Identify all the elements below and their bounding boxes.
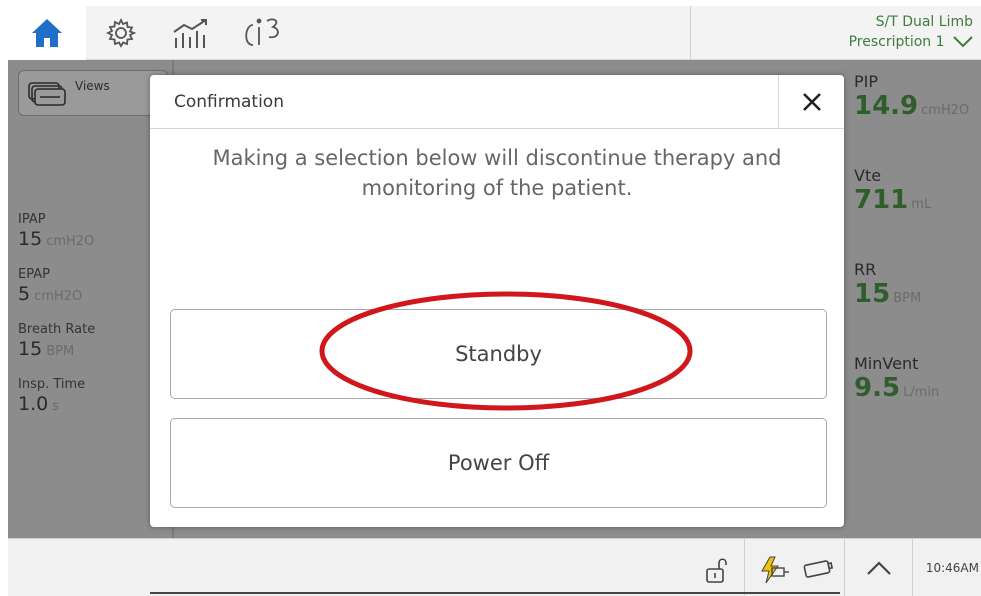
setting-value: 1.0 — [18, 393, 49, 415]
unlock-icon[interactable] — [704, 557, 730, 585]
dialog-title: Confirmation — [174, 92, 284, 112]
measurement-vte: Vte 711 mL — [854, 166, 931, 215]
power-off-button[interactable]: Power Off — [170, 418, 827, 508]
info-tab[interactable] — [228, 6, 298, 60]
battery-icon — [803, 560, 834, 578]
setting-ipap[interactable]: IPAP 15 cmH2O — [18, 212, 168, 253]
clock: 10:46AM — [925, 561, 979, 575]
setting-value: 15 — [18, 338, 43, 360]
bottom-divider — [844, 539, 845, 596]
setting-insp-time[interactable]: Insp. Time 1.0 s — [18, 377, 168, 418]
measurement-unit: L/min — [903, 385, 940, 400]
measurement-minvent: MinVent 9.5 L/min — [854, 354, 939, 403]
info-icon — [245, 18, 279, 46]
measurement-label: MinVent — [854, 354, 919, 373]
setting-breath-rate[interactable]: Breath Rate 15 BPM — [18, 322, 168, 363]
bottom-divider — [912, 539, 913, 596]
measurement-pip: PIP 14.9 cmH2O — [854, 72, 969, 121]
bottom-divider — [744, 539, 745, 596]
setting-unit: cmH2O — [46, 234, 95, 249]
prescription-label: Prescription 1 — [848, 34, 945, 50]
trends-icon — [173, 19, 207, 48]
chevron-up-icon[interactable] — [866, 559, 892, 577]
dialog-message: Making a selection below will discontinu… — [212, 146, 782, 200]
bottom-line — [150, 592, 840, 594]
views-button[interactable]: Views — [18, 70, 168, 116]
mode-label: S/T Dual Limb — [875, 14, 973, 30]
setting-unit: BPM — [46, 344, 75, 359]
measurement-rr: RR 15 BPM — [854, 260, 921, 309]
measurement-label: RR — [854, 260, 877, 279]
top-divider — [690, 6, 691, 60]
top-bar: S/T Dual Limb Prescription 1 — [8, 6, 981, 60]
home-tab[interactable] — [8, 6, 86, 60]
mode-selector[interactable]: S/T Dual Limb Prescription 1 — [849, 12, 973, 52]
setting-label: Insp. Time — [18, 377, 86, 392]
close-button[interactable] — [778, 75, 844, 129]
measurement-value: 9.5 — [854, 373, 901, 403]
setting-unit: cmH2O — [34, 289, 83, 304]
measurement-unit: mL — [911, 197, 932, 212]
views-icon — [28, 82, 66, 106]
measurement-label: Vte — [854, 166, 882, 185]
setting-label: Breath Rate — [18, 322, 96, 337]
measurement-value: 711 — [854, 185, 909, 215]
measurement-value: 14.9 — [854, 91, 919, 121]
setting-label: EPAP — [18, 267, 50, 282]
standby-button[interactable]: Standby — [170, 309, 827, 399]
measurement-label: PIP — [854, 72, 879, 91]
views-label: Views — [75, 79, 110, 93]
settings-tab[interactable] — [86, 6, 156, 60]
dialog-header: Confirmation — [150, 75, 844, 129]
measurement-value: 15 — [854, 279, 891, 309]
trends-tab[interactable] — [156, 6, 228, 60]
standby-label: Standby — [455, 342, 542, 366]
ac-power-icon — [761, 556, 789, 584]
settings-list: IPAP 15 cmH2O EPAP 5 cmH2O Breath Rate 15 B… — [18, 212, 168, 432]
setting-value: 15 — [18, 228, 43, 250]
close-icon — [802, 93, 821, 111]
home-icon — [32, 19, 62, 47]
setting-value: 5 — [18, 283, 31, 305]
confirmation-dialog: Confirmation Making a selection below wi… — [150, 75, 844, 527]
gear-icon — [105, 17, 137, 48]
measurement-unit: BPM — [893, 291, 922, 306]
setting-epap[interactable]: EPAP 5 cmH2O — [18, 267, 168, 308]
power-off-label: Power Off — [447, 451, 550, 475]
bottom-bar: 10:46AM — [8, 538, 981, 596]
setting-unit: s — [52, 399, 59, 414]
setting-label: IPAP — [18, 212, 46, 227]
chevron-down-icon — [953, 36, 973, 48]
measurement-unit: cmH2O — [921, 103, 970, 118]
